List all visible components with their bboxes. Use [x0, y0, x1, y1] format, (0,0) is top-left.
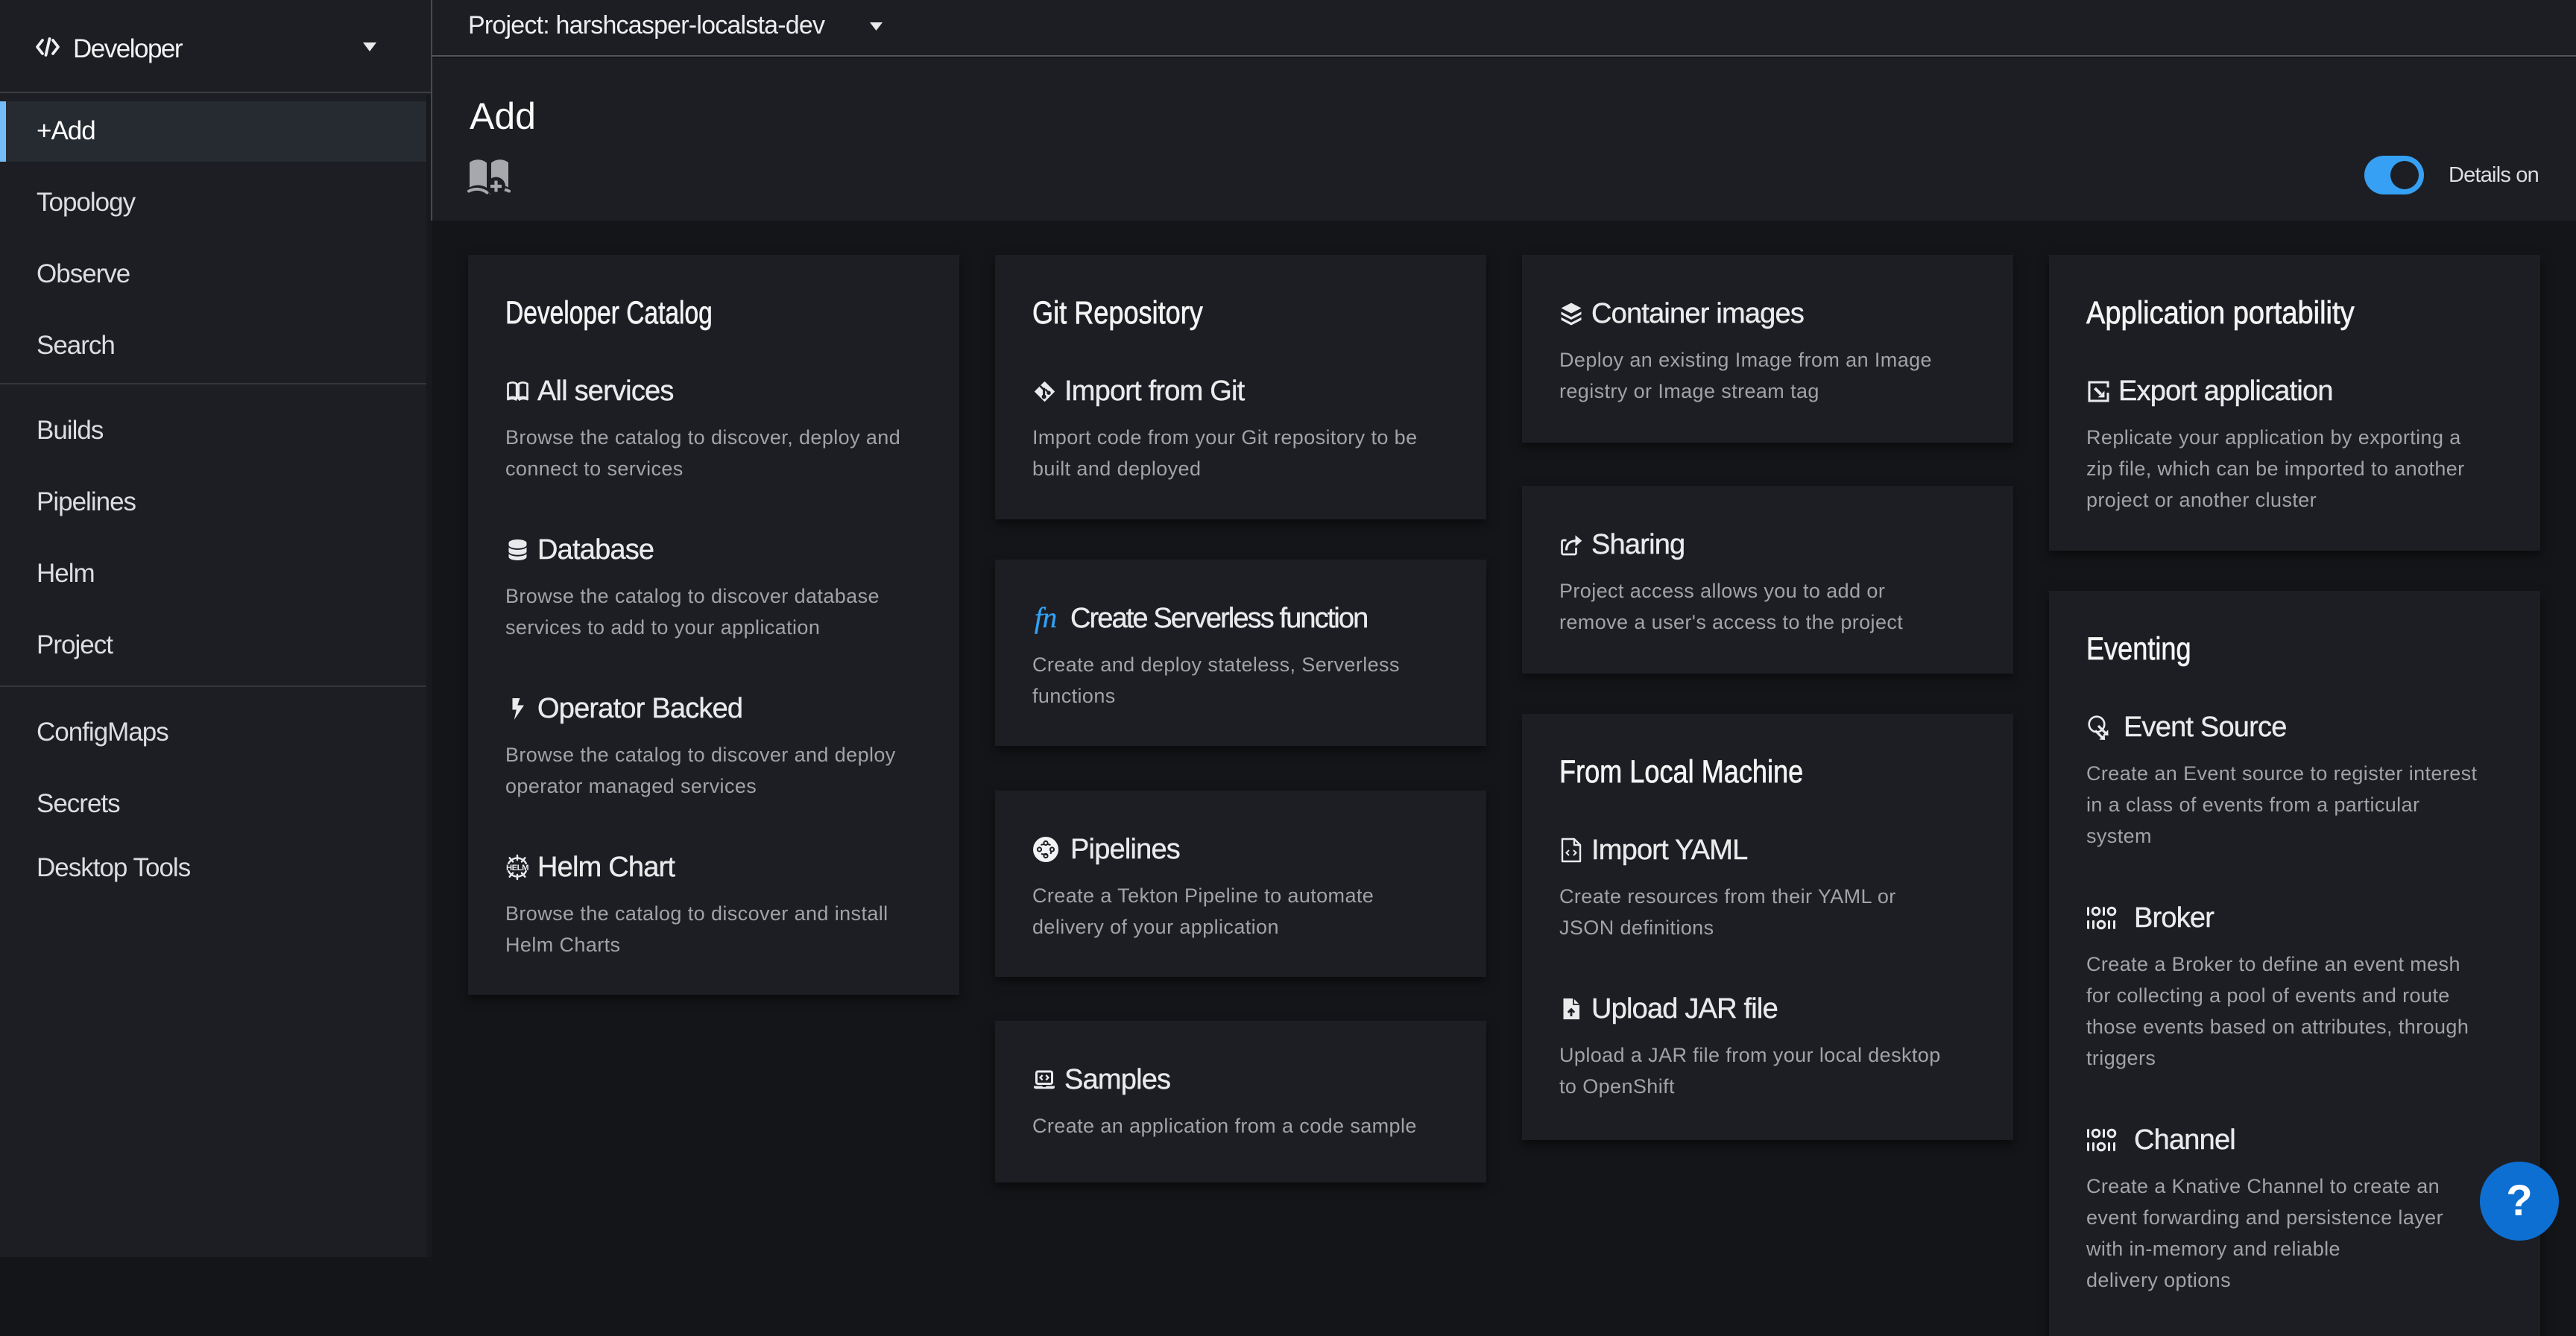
svg-text:HELM: HELM	[506, 864, 528, 873]
